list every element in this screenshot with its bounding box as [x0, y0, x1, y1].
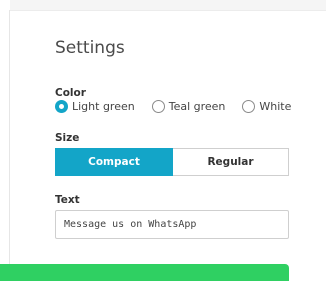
radio-light-green[interactable]: Light green	[55, 100, 135, 113]
radio-label: White	[259, 100, 292, 113]
text-label: Text	[55, 194, 80, 206]
top-edge	[10, 0, 326, 11]
settings-title: Settings	[55, 38, 125, 58]
radio-unchecked-icon	[151, 100, 165, 113]
size-compact-button[interactable]: Compact	[55, 148, 173, 176]
size-toggle: Compact Regular	[55, 148, 289, 176]
text-input[interactable]	[55, 210, 289, 239]
color-radio-group: Light green Teal green White	[55, 100, 308, 113]
size-regular-button[interactable]: Regular	[173, 148, 289, 176]
settings-screen: Settings Color Light green Teal green Wh…	[0, 0, 326, 281]
radio-checked-icon	[55, 100, 68, 113]
color-label: Color	[55, 87, 86, 99]
radio-white[interactable]: White	[242, 100, 291, 113]
radio-label: Light green	[72, 100, 135, 113]
radio-label: Teal green	[168, 100, 226, 113]
whatsapp-preview-bar	[0, 264, 289, 281]
radio-unchecked-icon	[242, 100, 256, 113]
radio-teal-green[interactable]: Teal green	[151, 100, 226, 113]
size-label: Size	[55, 132, 80, 144]
